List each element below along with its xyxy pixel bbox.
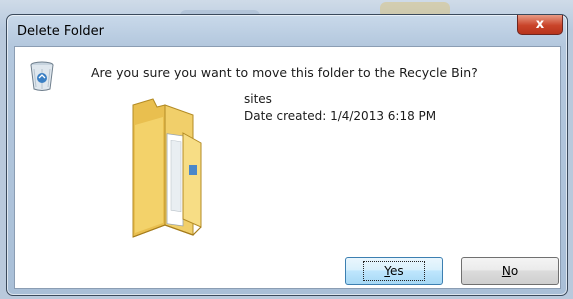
folder-icon — [132, 98, 202, 238]
item-name: sites — [244, 92, 272, 106]
dialog-body: Are you sure you want to move this folde… — [14, 46, 561, 289]
date-created: Date created: 1/4/2013 6:18 PM — [244, 109, 437, 123]
recycle-bin-icon — [30, 61, 54, 91]
yes-button-label: Yes — [363, 261, 425, 281]
confirmation-question: Are you sure you want to move this folde… — [91, 65, 478, 80]
delete-folder-dialog: Delete Folder x Are you sure you want to… — [6, 14, 568, 296]
close-button[interactable]: x — [517, 15, 563, 35]
yes-button[interactable]: Yes — [345, 257, 443, 285]
dialog-title: Delete Folder — [17, 24, 105, 39]
no-button[interactable]: No — [461, 257, 559, 285]
no-button-label: No — [501, 264, 519, 278]
close-icon: x — [535, 17, 545, 32]
